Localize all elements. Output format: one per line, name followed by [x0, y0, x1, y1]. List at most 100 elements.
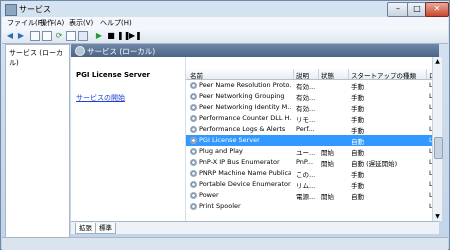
service-gear-icon	[190, 148, 197, 155]
minimize-button[interactable]: –	[387, 2, 409, 17]
row-description: 電源...	[296, 193, 316, 201]
column-separator[interactable]	[348, 69, 349, 79]
menu-bar: ファイル(F) 操作(A) 表示(V) ヘルプ(H)	[2, 17, 448, 29]
row-name: PNRP Machine Name Publica...	[199, 169, 291, 177]
row-startup: 手動	[351, 94, 364, 102]
scroll-thumb[interactable]	[434, 137, 443, 159]
table-row[interactable]: Plug and Play ユー... 開始 自動 Lo	[186, 146, 433, 157]
close-button[interactable]: ✕	[425, 2, 449, 17]
start-service-link[interactable]: サービスの開始	[76, 93, 125, 103]
row-name: PGI License Server	[199, 136, 260, 144]
table-row[interactable]: Performance Counter DLL H... リモ... 手動 Lo	[186, 113, 433, 124]
row-startup: 手動	[351, 171, 364, 179]
restart-icon[interactable]: ▶❚	[129, 31, 142, 40]
table-row[interactable]: PNRP Machine Name Publica... この... 手動 Lo	[186, 168, 433, 179]
row-name: Performance Logs & Alerts	[199, 125, 286, 133]
selected-service-name: PGI License Server	[76, 71, 151, 79]
row-status: 開始	[321, 149, 334, 157]
row-name: Performance Counter DLL H...	[199, 114, 291, 122]
help-icon[interactable]	[78, 31, 88, 41]
row-startup: 自動	[351, 138, 364, 146]
console-tree-icon[interactable]	[30, 31, 40, 41]
row-startup: 手動	[351, 116, 364, 124]
window-title: サービス	[19, 5, 51, 14]
row-name: Peer Networking Grouping	[199, 92, 285, 100]
column-status[interactable]: 状態	[321, 70, 334, 80]
play-icon[interactable]: ▶	[94, 31, 104, 40]
table-row[interactable]: Peer Name Resolution Proto... 有効... 手動 L…	[186, 80, 433, 91]
menu-file[interactable]: ファイル(F)	[7, 18, 45, 28]
row-description: リモ...	[296, 116, 316, 124]
scroll-up-arrow-icon[interactable]: ▲	[433, 57, 442, 66]
maximize-button[interactable]: □	[407, 2, 427, 17]
row-startup: 自動 (遅延開始)	[351, 160, 398, 168]
status-bar	[2, 237, 448, 250]
services-app-icon	[5, 4, 17, 16]
menu-help[interactable]: ヘルプ(H)	[100, 18, 132, 28]
gear-icon	[75, 46, 85, 56]
tab-standard[interactable]: 標準	[95, 223, 116, 234]
row-description: ユー...	[296, 149, 316, 157]
row-name: Portable Device Enumerator...	[199, 180, 291, 188]
tree-item-services-local[interactable]: サービス (ローカル)	[9, 48, 69, 68]
pause-icon[interactable]: ❚❚	[117, 31, 130, 40]
row-startup: 自動	[351, 149, 364, 157]
table-row[interactable]: Peer Networking Identity M... 有効... 手動 L…	[186, 102, 433, 113]
table-row-selected[interactable]: PGI License Server 自動 Lo	[186, 135, 433, 146]
table-row[interactable]: Peer Networking Grouping 有効... 手動 Lo	[186, 91, 433, 102]
service-gear-icon	[190, 93, 197, 100]
table-row[interactable]: PnP-X IP Bus Enumerator PnP... 開始 自動 (遅延…	[186, 157, 433, 168]
table-row[interactable]: Portable Device Enumerator... リム... 手動 L…	[186, 179, 433, 190]
row-status: 開始	[321, 160, 334, 168]
services-window: サービス – □ ✕ ファイル(F) 操作(A) 表示(V) ヘルプ(H) ◀ …	[0, 0, 450, 250]
row-name: Print Spooler	[199, 202, 241, 210]
console-tree: サービス (ローカル)	[5, 44, 70, 240]
table-row[interactable]: Print Spooler Lo	[186, 201, 433, 212]
service-gear-icon	[190, 82, 197, 89]
table-row[interactable]: Performance Logs & Alerts Perf... 手動 Lo	[186, 124, 433, 135]
column-separator[interactable]	[426, 69, 427, 79]
main-header-title: サービス (ローカル)	[87, 47, 156, 56]
row-name: Peer Networking Identity M...	[199, 103, 291, 111]
forward-arrow-icon[interactable]: ▶	[16, 31, 26, 40]
service-gear-icon	[190, 104, 197, 111]
service-gear-icon	[190, 159, 197, 166]
menu-action[interactable]: 操作(A)	[40, 18, 64, 28]
view-tabs: 拡張 標準	[71, 221, 439, 234]
tab-extended[interactable]: 拡張	[75, 223, 96, 234]
scroll-down-arrow-icon[interactable]: ▼	[433, 212, 442, 221]
row-description: 有効...	[296, 94, 316, 102]
service-gear-icon	[190, 126, 197, 133]
service-detail-pane: PGI License Server サービスの開始	[71, 57, 185, 221]
row-startup: 手動	[351, 105, 364, 113]
service-gear-icon	[190, 170, 197, 177]
row-description: PnP...	[296, 158, 314, 166]
row-description: リム...	[296, 182, 316, 190]
row-name: Power	[199, 191, 219, 199]
row-description: Perf...	[296, 125, 315, 133]
row-description: 有効...	[296, 105, 316, 113]
services-table: 名前 説明 状態 スタートアップの種類 ロ Peer Name Resoluti…	[185, 57, 433, 221]
stop-icon[interactable]: ■	[106, 31, 116, 40]
service-gear-icon	[190, 203, 197, 210]
column-name[interactable]: 名前	[190, 70, 203, 80]
row-startup: 自動	[351, 193, 364, 201]
vertical-scrollbar[interactable]: ▲ ▼	[432, 57, 443, 221]
row-name: Peer Name Resolution Proto...	[199, 81, 291, 89]
refresh-icon[interactable]: ⟳	[54, 31, 64, 40]
table-row[interactable]: Power 電源... 開始 自動 Lo	[186, 190, 433, 201]
properties-icon[interactable]	[42, 31, 52, 41]
title-bar[interactable]: サービス – □ ✕	[1, 1, 449, 17]
row-name: Plug and Play	[199, 147, 243, 155]
row-startup: 手動	[351, 182, 364, 190]
row-status: 開始	[321, 193, 334, 201]
column-startup-type[interactable]: スタートアップの種類	[351, 70, 416, 80]
column-separator[interactable]	[318, 69, 319, 79]
column-separator[interactable]	[293, 69, 294, 79]
service-gear-icon	[190, 181, 197, 188]
column-description[interactable]: 説明	[296, 70, 309, 80]
back-arrow-icon[interactable]: ◀	[5, 31, 15, 40]
service-gear-icon	[190, 115, 197, 122]
export-icon[interactable]	[66, 31, 76, 41]
menu-view[interactable]: 表示(V)	[69, 18, 93, 28]
